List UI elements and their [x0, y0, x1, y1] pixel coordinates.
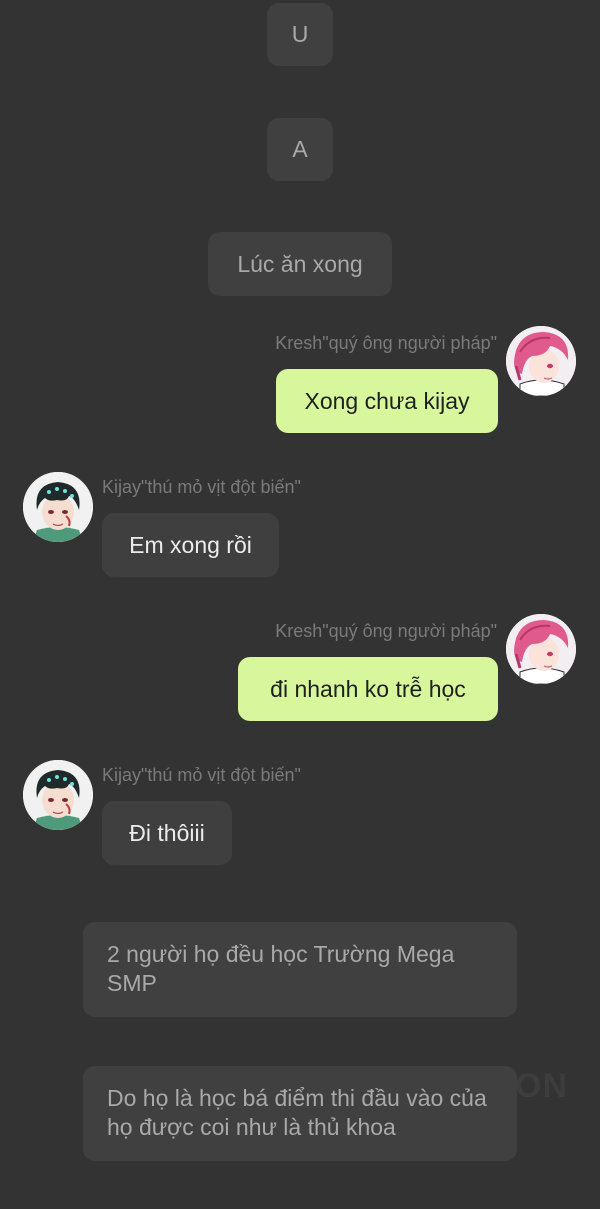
- message-text: đi nhanh ko trễ học: [270, 675, 466, 702]
- pink-hair-avatar-icon[interactable]: [506, 326, 576, 396]
- narration-box: Do họ là học bá điểm thi đầu vào của họ …: [83, 1066, 517, 1161]
- sender-name: Kijay"thú mỏ vịt đột biến": [102, 477, 301, 497]
- message-bubble[interactable]: Em xong rồi: [102, 513, 279, 577]
- narration-text: 2 người họ đều học Trường Mega SMP: [107, 941, 455, 996]
- dark-hair-avatar-icon[interactable]: [23, 472, 93, 542]
- message-bubble[interactable]: Xong chưa kijay: [276, 369, 498, 433]
- narration-text: Do họ là học bá điểm thi đầu vào của họ …: [107, 1085, 487, 1140]
- chat-screen: U A Lúc ăn xong Kresh"quý ông người pháp…: [0, 0, 600, 1209]
- message-text: Đi thôiii: [129, 819, 205, 846]
- narration-box: U: [267, 3, 333, 66]
- watermark: ON: [515, 1067, 568, 1105]
- message-text: Em xong rồi: [129, 531, 252, 558]
- sender-name: Kresh"quý ông người pháp": [275, 333, 497, 353]
- narration-box: Lúc ăn xong: [208, 232, 392, 296]
- narration-text: U: [291, 21, 309, 47]
- narration-box: A: [267, 118, 333, 181]
- narration-box: 2 người họ đều học Trường Mega SMP: [83, 922, 517, 1017]
- message-bubble[interactable]: đi nhanh ko trễ học: [238, 657, 498, 721]
- message-text: Xong chưa kijay: [304, 387, 470, 414]
- message-bubble[interactable]: Đi thôiii: [102, 801, 232, 865]
- narration-text: Lúc ăn xong: [237, 250, 363, 277]
- sender-name: Kijay"thú mỏ vịt đột biến": [102, 765, 301, 785]
- sender-name: Kresh"quý ông người pháp": [275, 621, 497, 641]
- pink-hair-avatar-icon[interactable]: [506, 614, 576, 684]
- dark-hair-avatar-icon[interactable]: [23, 760, 93, 830]
- narration-text: A: [292, 136, 308, 162]
